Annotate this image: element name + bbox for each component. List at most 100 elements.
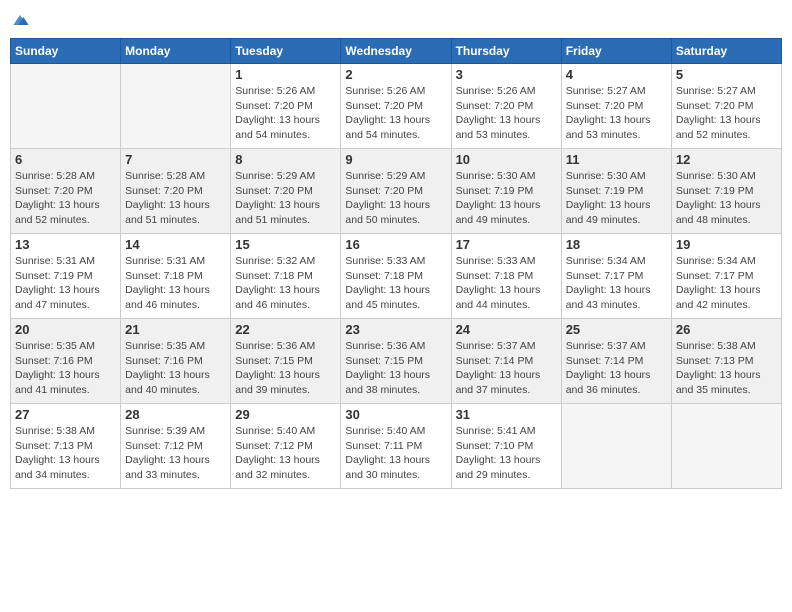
calendar-cell: 29 Sunrise: 5:40 AM Sunset: 7:12 PM Dayli… <box>231 404 341 489</box>
calendar-cell: 20 Sunrise: 5:35 AM Sunset: 7:16 PM Dayli… <box>11 319 121 404</box>
calendar-header-tuesday: Tuesday <box>231 39 341 64</box>
day-number: 27 <box>15 407 116 422</box>
day-info: Sunrise: 5:41 AM Sunset: 7:10 PM Dayligh… <box>456 424 557 483</box>
day-number: 14 <box>125 237 226 252</box>
calendar-cell: 1 Sunrise: 5:26 AM Sunset: 7:20 PM Daylig… <box>231 64 341 149</box>
logo-icon <box>10 10 30 30</box>
day-info: Sunrise: 5:26 AM Sunset: 7:20 PM Dayligh… <box>456 84 557 143</box>
day-info: Sunrise: 5:29 AM Sunset: 7:20 PM Dayligh… <box>345 169 446 228</box>
calendar-cell <box>121 64 231 149</box>
calendar-cell: 3 Sunrise: 5:26 AM Sunset: 7:20 PM Daylig… <box>451 64 561 149</box>
calendar-cell: 17Sunrise: 5:33 AM Sunset: 7:18 PM Dayli… <box>451 234 561 319</box>
day-number: 11 <box>566 152 667 167</box>
day-number: 29 <box>235 407 336 422</box>
calendar-cell: 25 Sunrise: 5:37 AM Sunset: 7:14 PM Dayli… <box>561 319 671 404</box>
day-number: 26 <box>676 322 777 337</box>
day-number: 1 <box>235 67 336 82</box>
logo <box>10 10 32 30</box>
calendar-header-thursday: Thursday <box>451 39 561 64</box>
day-info: Sunrise: 5:28 AM Sunset: 7:20 PM Dayligh… <box>125 169 226 228</box>
day-number: 20 <box>15 322 116 337</box>
day-info: Sunrise: 5:33 AM Sunset: 7:18 PM Dayligh… <box>456 254 557 313</box>
calendar-cell: 23 Sunrise: 5:36 AM Sunset: 7:15 PM Dayli… <box>341 319 451 404</box>
day-number: 12 <box>676 152 777 167</box>
day-info: Sunrise: 5:37 AM Sunset: 7:14 PM Dayligh… <box>566 339 667 398</box>
day-info: Sunrise: 5:36 AM Sunset: 7:15 PM Dayligh… <box>345 339 446 398</box>
day-number: 3 <box>456 67 557 82</box>
calendar-cell: 16 Sunrise: 5:33 AM Sunset: 7:18 PM Dayli… <box>341 234 451 319</box>
calendar-cell: 13 Sunrise: 5:31 AM Sunset: 7:19 PM Dayli… <box>11 234 121 319</box>
day-number: 28 <box>125 407 226 422</box>
day-info: Sunrise: 5:29 AM Sunset: 7:20 PM Dayligh… <box>235 169 336 228</box>
day-info: Sunrise: 5:40 AM Sunset: 7:12 PM Dayligh… <box>235 424 336 483</box>
calendar-cell: 18 Sunrise: 5:34 AM Sunset: 7:17 PM Dayli… <box>561 234 671 319</box>
page-header <box>10 10 782 30</box>
day-info: Sunrise: 5:38 AM Sunset: 7:13 PM Dayligh… <box>676 339 777 398</box>
calendar-cell: 19 Sunrise: 5:34 AM Sunset: 7:17 PM Dayli… <box>671 234 781 319</box>
calendar-cell <box>561 404 671 489</box>
day-info: Sunrise: 5:34 AM Sunset: 7:17 PM Dayligh… <box>676 254 777 313</box>
day-info: Sunrise: 5:34 AM Sunset: 7:17 PM Dayligh… <box>566 254 667 313</box>
calendar-cell: 7 Sunrise: 5:28 AM Sunset: 7:20 PM Daylig… <box>121 149 231 234</box>
day-number: 25 <box>566 322 667 337</box>
day-number: 23 <box>345 322 446 337</box>
day-info: Sunrise: 5:33 AM Sunset: 7:18 PM Dayligh… <box>345 254 446 313</box>
day-info: Sunrise: 5:35 AM Sunset: 7:16 PM Dayligh… <box>15 339 116 398</box>
day-info: Sunrise: 5:28 AM Sunset: 7:20 PM Dayligh… <box>15 169 116 228</box>
calendar-cell: 14 Sunrise: 5:31 AM Sunset: 7:18 PM Dayli… <box>121 234 231 319</box>
calendar-week-row: 6 Sunrise: 5:28 AM Sunset: 7:20 PM Daylig… <box>11 149 782 234</box>
calendar-cell: 8 Sunrise: 5:29 AM Sunset: 7:20 PM Daylig… <box>231 149 341 234</box>
day-number: 13 <box>15 237 116 252</box>
day-info: Sunrise: 5:26 AM Sunset: 7:20 PM Dayligh… <box>235 84 336 143</box>
day-number: 18 <box>566 237 667 252</box>
day-number: 19 <box>676 237 777 252</box>
day-info: Sunrise: 5:35 AM Sunset: 7:16 PM Dayligh… <box>125 339 226 398</box>
day-info: Sunrise: 5:38 AM Sunset: 7:13 PM Dayligh… <box>15 424 116 483</box>
calendar-header-saturday: Saturday <box>671 39 781 64</box>
day-info: Sunrise: 5:30 AM Sunset: 7:19 PM Dayligh… <box>456 169 557 228</box>
calendar-cell: 9Sunrise: 5:29 AM Sunset: 7:20 PM Daylig… <box>341 149 451 234</box>
day-number: 5 <box>676 67 777 82</box>
calendar-cell: 24Sunrise: 5:37 AM Sunset: 7:14 PM Dayli… <box>451 319 561 404</box>
calendar-cell <box>11 64 121 149</box>
calendar-cell: 15 Sunrise: 5:32 AM Sunset: 7:18 PM Dayli… <box>231 234 341 319</box>
day-info: Sunrise: 5:31 AM Sunset: 7:18 PM Dayligh… <box>125 254 226 313</box>
calendar-cell: 28 Sunrise: 5:39 AM Sunset: 7:12 PM Dayli… <box>121 404 231 489</box>
calendar-cell <box>671 404 781 489</box>
day-number: 7 <box>125 152 226 167</box>
day-info: Sunrise: 5:30 AM Sunset: 7:19 PM Dayligh… <box>676 169 777 228</box>
calendar-cell: 21 Sunrise: 5:35 AM Sunset: 7:16 PM Dayli… <box>121 319 231 404</box>
day-info: Sunrise: 5:30 AM Sunset: 7:19 PM Dayligh… <box>566 169 667 228</box>
day-number: 16 <box>345 237 446 252</box>
calendar-table: SundayMondayTuesdayWednesdayThursdayFrid… <box>10 38 782 489</box>
calendar-week-row: 27 Sunrise: 5:38 AM Sunset: 7:13 PM Dayli… <box>11 404 782 489</box>
day-number: 24 <box>456 322 557 337</box>
calendar-header-monday: Monday <box>121 39 231 64</box>
calendar-header-row: SundayMondayTuesdayWednesdayThursdayFrid… <box>11 39 782 64</box>
calendar-cell: 26 Sunrise: 5:38 AM Sunset: 7:13 PM Dayli… <box>671 319 781 404</box>
day-info: Sunrise: 5:32 AM Sunset: 7:18 PM Dayligh… <box>235 254 336 313</box>
calendar-cell: 31Sunrise: 5:41 AM Sunset: 7:10 PM Dayli… <box>451 404 561 489</box>
day-number: 8 <box>235 152 336 167</box>
calendar-cell: 4 Sunrise: 5:27 AM Sunset: 7:20 PM Daylig… <box>561 64 671 149</box>
day-number: 22 <box>235 322 336 337</box>
day-number: 30 <box>345 407 446 422</box>
calendar-cell: 30 Sunrise: 5:40 AM Sunset: 7:11 PM Dayli… <box>341 404 451 489</box>
day-info: Sunrise: 5:27 AM Sunset: 7:20 PM Dayligh… <box>676 84 777 143</box>
calendar-cell: 12 Sunrise: 5:30 AM Sunset: 7:19 PM Dayli… <box>671 149 781 234</box>
day-info: Sunrise: 5:39 AM Sunset: 7:12 PM Dayligh… <box>125 424 226 483</box>
day-number: 6 <box>15 152 116 167</box>
day-number: 4 <box>566 67 667 82</box>
day-info: Sunrise: 5:27 AM Sunset: 7:20 PM Dayligh… <box>566 84 667 143</box>
day-info: Sunrise: 5:31 AM Sunset: 7:19 PM Dayligh… <box>15 254 116 313</box>
day-number: 2 <box>345 67 446 82</box>
calendar-header-friday: Friday <box>561 39 671 64</box>
calendar-cell: 6 Sunrise: 5:28 AM Sunset: 7:20 PM Daylig… <box>11 149 121 234</box>
calendar-header-wednesday: Wednesday <box>341 39 451 64</box>
day-number: 21 <box>125 322 226 337</box>
day-number: 15 <box>235 237 336 252</box>
day-info: Sunrise: 5:40 AM Sunset: 7:11 PM Dayligh… <box>345 424 446 483</box>
calendar-week-row: 13 Sunrise: 5:31 AM Sunset: 7:19 PM Dayli… <box>11 234 782 319</box>
calendar-cell: 5 Sunrise: 5:27 AM Sunset: 7:20 PM Daylig… <box>671 64 781 149</box>
calendar-cell: 11 Sunrise: 5:30 AM Sunset: 7:19 PM Dayli… <box>561 149 671 234</box>
